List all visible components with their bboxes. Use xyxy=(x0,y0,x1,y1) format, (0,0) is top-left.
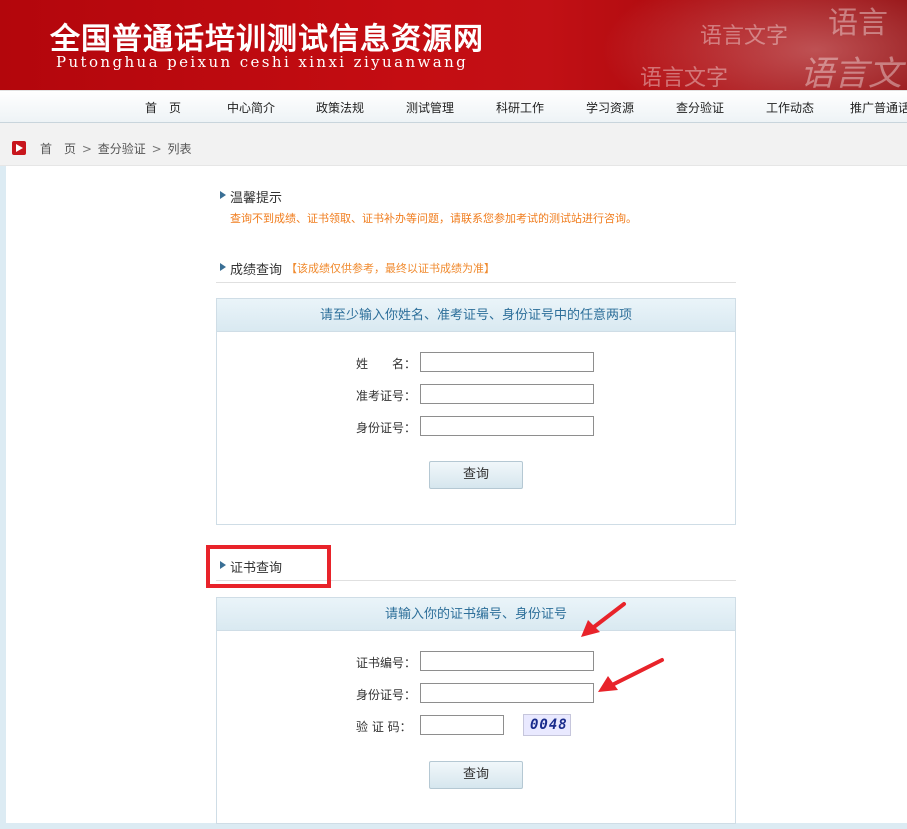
cert-query-button[interactable]: 查询 xyxy=(429,761,523,789)
captcha-input[interactable] xyxy=(420,715,504,735)
tip-text: 查询不到成绩、证书领取、证书补办等问题，请联系您参加考试的测试站进行咨询。 xyxy=(230,212,637,225)
exam-id-label: 准考证号： xyxy=(356,389,417,403)
cert-id-number-input[interactable] xyxy=(420,683,594,703)
id-number-input[interactable] xyxy=(420,416,594,436)
banner-watermark-4: 语言文 xyxy=(800,54,902,90)
score-query-panel: 请至少输入你姓名、准考证号、身份证号中的任意两项 xyxy=(216,298,736,525)
cert-number-label: 证书编号： xyxy=(356,656,417,670)
main-nav: 首 页 中心简介 政策法规 测试管理 科研工作 学习资源 查分验证 工作动态 推… xyxy=(0,90,907,123)
breadcrumb-section[interactable]: 查分验证 xyxy=(98,142,146,156)
nav-item-home[interactable]: 首 页 xyxy=(145,99,181,116)
name-input[interactable] xyxy=(420,352,594,372)
banner-watermark-2: 语言 xyxy=(828,6,888,41)
annotation-highlight-box xyxy=(206,545,331,588)
nav-item-promotion[interactable]: 推广普通话 xyxy=(850,99,907,116)
nav-item-resources[interactable]: 学习资源 xyxy=(586,99,634,116)
nav-item-test-management[interactable]: 测试管理 xyxy=(406,99,454,116)
nav-item-policy[interactable]: 政策法规 xyxy=(316,99,364,116)
breadcrumb-current: 列表 xyxy=(167,142,192,156)
captcha-image[interactable]: 0048 xyxy=(523,714,571,736)
site-subtitle: Putonghua peixun ceshi xinxi ziyuanwang xyxy=(56,53,469,71)
banner-watermark-1: 语言文字 xyxy=(700,24,789,49)
page: 语言文字 语言 语言文字 语言文 全国普通话培训测试信息资源网 Putonghu… xyxy=(0,0,907,829)
score-query-title: 成绩查询 xyxy=(230,263,283,278)
nav-item-score-verify[interactable]: 查分验证 xyxy=(676,99,724,116)
breadcrumb-separator: > xyxy=(81,142,92,156)
breadcrumb-bar: 首 页 > 查分验证 > 列表 xyxy=(0,123,907,166)
id-number-label: 身份证号： xyxy=(356,421,417,435)
banner-watermark-3: 语言文字 xyxy=(640,66,729,90)
annotation-arrow-1-icon xyxy=(581,602,626,637)
cert-query-panel: 请输入你的证书编号、身份证号 xyxy=(216,597,736,824)
site-title: 全国普通话培训测试信息资源网 xyxy=(50,22,484,57)
score-query-note: 【该成绩仅供参考，最终以证书成绩为准】 xyxy=(286,262,495,275)
score-query-heading: 成绩查询 【该成绩仅供参考，最终以证书成绩为准】 xyxy=(216,255,736,283)
annotation-arrow-2-icon xyxy=(598,658,664,692)
cert-number-input[interactable] xyxy=(420,651,594,671)
cert-id-number-label: 身份证号： xyxy=(356,688,417,702)
nav-item-research[interactable]: 科研工作 xyxy=(496,99,544,116)
breadcrumb-home[interactable]: 首 页 xyxy=(40,142,76,156)
nav-item-about[interactable]: 中心简介 xyxy=(227,99,275,116)
captcha-image-text: 0048 xyxy=(530,717,568,733)
name-label: 姓 名： xyxy=(356,357,417,371)
captcha-label: 验 证 码： xyxy=(356,720,412,734)
triangle-bullet-icon xyxy=(220,263,226,271)
play-arrow-icon xyxy=(12,141,26,155)
site-banner: 语言文字 语言 语言文字 语言文 全国普通话培训测试信息资源网 Putonghu… xyxy=(0,0,907,90)
breadcrumb: 首 页 > 查分验证 > 列表 xyxy=(40,140,191,157)
breadcrumb-separator: > xyxy=(151,142,162,156)
score-query-panel-title: 请至少输入你姓名、准考证号、身份证号中的任意两项 xyxy=(217,299,735,332)
triangle-bullet-icon xyxy=(220,191,226,199)
exam-id-input[interactable] xyxy=(420,384,594,404)
nav-item-news[interactable]: 工作动态 xyxy=(766,99,814,116)
tip-heading: 温馨提示 xyxy=(216,183,736,211)
tip-title: 温馨提示 xyxy=(230,191,283,206)
cert-query-panel-title: 请输入你的证书编号、身份证号 xyxy=(217,598,735,631)
score-query-button[interactable]: 查询 xyxy=(429,461,523,489)
